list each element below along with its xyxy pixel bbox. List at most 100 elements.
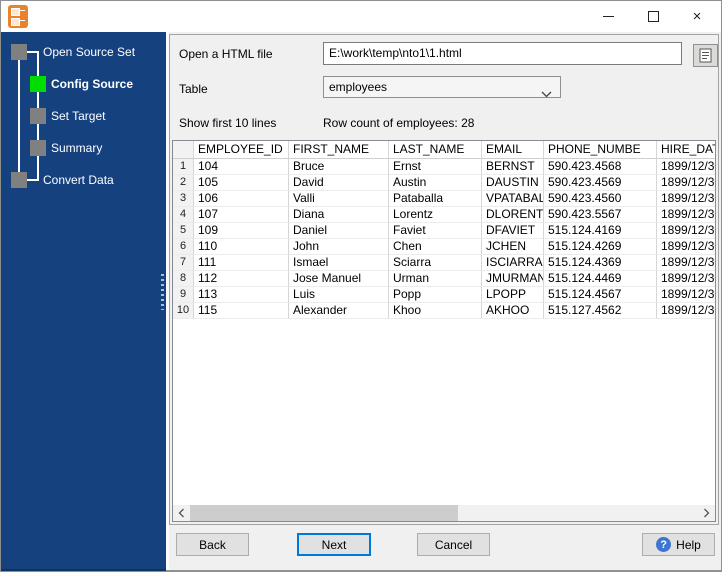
- table-row[interactable]: 4107DianaLorentzDLORENTZ590.423.55671899…: [173, 207, 716, 223]
- data-cell: 107: [194, 207, 289, 223]
- row-number-cell: 8: [173, 271, 194, 287]
- next-button[interactable]: Next: [297, 533, 371, 556]
- help-button[interactable]: ? Help: [642, 533, 715, 556]
- maximize-button[interactable]: [636, 1, 670, 32]
- data-cell: JCHEN: [482, 239, 544, 255]
- data-preview-table: EMPLOYEE_IDFIRST_NAMELAST_NAMEEMAILPHONE…: [172, 140, 716, 522]
- data-cell: Ernst: [389, 159, 482, 175]
- data-cell: 111: [194, 255, 289, 271]
- table-body: 1104BruceErnstBERNST590.423.45681899/12/…: [173, 159, 715, 319]
- table-row[interactable]: 8112Jose ManuelUrmanJMURMAN515.124.44691…: [173, 271, 716, 287]
- table-row[interactable]: 3106ValliPataballaVPATABAL590.423.456018…: [173, 191, 716, 207]
- data-cell: Khoo: [389, 303, 482, 319]
- data-cell: 115: [194, 303, 289, 319]
- app-icon-line: [19, 10, 25, 11]
- data-cell: 1899/12/30: [657, 191, 716, 207]
- scroll-right-button[interactable]: [698, 505, 715, 521]
- data-cell: JMURMAN: [482, 271, 544, 287]
- row-number-cell: 10: [173, 303, 194, 319]
- data-cell: Pataballa: [389, 191, 482, 207]
- table-row[interactable]: 2105DavidAustinDAUSTIN590.423.45691899/1…: [173, 175, 716, 191]
- row-number-cell: 5: [173, 223, 194, 239]
- close-icon: ×: [693, 9, 702, 24]
- table-select-dropdown[interactable]: employees: [323, 76, 561, 98]
- data-cell: 1899/12/30: [657, 303, 716, 319]
- step-connector-line: [18, 60, 20, 172]
- chevron-down-icon: [541, 84, 552, 104]
- help-question-icon: ?: [656, 537, 671, 552]
- data-cell: VPATABAL: [482, 191, 544, 207]
- browse-file-button[interactable]: [693, 44, 718, 67]
- data-cell: 590.423.4569: [544, 175, 657, 191]
- column-header-email[interactable]: EMAIL: [482, 141, 544, 159]
- table-field-label: Table: [179, 82, 208, 96]
- row-number-cell: 7: [173, 255, 194, 271]
- data-cell: 515.124.4269: [544, 239, 657, 255]
- data-cell: Valli: [289, 191, 389, 207]
- close-button[interactable]: ×: [680, 1, 714, 32]
- data-cell: 106: [194, 191, 289, 207]
- sidebar-splitter-grip[interactable]: [161, 274, 164, 310]
- data-cell: 1899/12/30: [657, 239, 716, 255]
- data-cell: Sciarra: [389, 255, 482, 271]
- row-number-cell: 4: [173, 207, 194, 223]
- data-cell: Jose Manuel: [289, 271, 389, 287]
- data-cell: 590.423.5567: [544, 207, 657, 223]
- table-row[interactable]: 6110JohnChenJCHEN515.124.42691899/12/30: [173, 239, 716, 255]
- document-icon: [699, 48, 712, 63]
- data-cell: 515.124.4469: [544, 271, 657, 287]
- scrollbar-track[interactable]: [190, 505, 698, 521]
- step-marker-set-target: [30, 108, 46, 124]
- data-cell: DLORENTZ: [482, 207, 544, 223]
- wizard-steps-sidebar: Open Source Set Config Source Set Target…: [1, 32, 166, 572]
- html-file-path-input[interactable]: E:\work\temp\nto1\1.html: [323, 42, 682, 65]
- table-row[interactable]: 10115AlexanderKhooAKHOO515.127.45621899/…: [173, 303, 716, 319]
- data-cell: 515.124.4169: [544, 223, 657, 239]
- data-cell: Bruce: [289, 159, 389, 175]
- data-cell: 1899/12/30: [657, 159, 716, 175]
- table-header-row: EMPLOYEE_IDFIRST_NAMELAST_NAMEEMAILPHONE…: [173, 141, 716, 159]
- sidebar-item-summary: Summary: [51, 140, 102, 156]
- sidebar-item-config-source: Config Source: [51, 76, 133, 92]
- file-field-label: Open a HTML file: [179, 47, 273, 61]
- data-cell: DAUSTIN: [482, 175, 544, 191]
- data-cell: Luis: [289, 287, 389, 303]
- row-number-cell: 6: [173, 239, 194, 255]
- data-cell: 1899/12/30: [657, 287, 716, 303]
- maximize-icon: [648, 11, 659, 22]
- column-header-phone_numbe[interactable]: PHONE_NUMBE: [544, 141, 657, 159]
- data-cell: Austin: [389, 175, 482, 191]
- scroll-left-button[interactable]: [173, 505, 190, 521]
- data-cell: Lorentz: [389, 207, 482, 223]
- table-row[interactable]: 1104BruceErnstBERNST590.423.45681899/12/…: [173, 159, 716, 175]
- data-cell: Diana: [289, 207, 389, 223]
- row-number-cell: 2: [173, 175, 194, 191]
- column-header-first_name[interactable]: FIRST_NAME: [289, 141, 389, 159]
- table-row[interactable]: 5109DanielFavietDFAVIET515.124.41691899/…: [173, 223, 716, 239]
- minimize-button[interactable]: [591, 1, 625, 32]
- step-marker-config-source-active: [30, 76, 46, 92]
- scrollbar-thumb[interactable]: [190, 505, 458, 521]
- data-cell: 590.423.4560: [544, 191, 657, 207]
- chevron-right-icon: [703, 508, 710, 518]
- data-cell: 109: [194, 223, 289, 239]
- column-header-last_name[interactable]: LAST_NAME: [389, 141, 482, 159]
- horizontal-scrollbar[interactable]: [173, 505, 715, 521]
- sidebar-item-open-source-set: Open Source Set: [43, 44, 135, 60]
- data-cell: 515.127.4562: [544, 303, 657, 319]
- column-header-hire_date[interactable]: HIRE_DATE: [657, 141, 716, 159]
- cancel-button[interactable]: Cancel: [417, 533, 490, 556]
- sidebar-item-convert-data: Convert Data: [43, 172, 114, 188]
- data-cell: Chen: [389, 239, 482, 255]
- data-cell: LPOPP: [482, 287, 544, 303]
- column-header-employee_id[interactable]: EMPLOYEE_ID: [194, 141, 289, 159]
- data-cell: 104: [194, 159, 289, 175]
- table-row[interactable]: 9113LuisPoppLPOPP515.124.45671899/12/30: [173, 287, 716, 303]
- back-button[interactable]: Back: [176, 533, 249, 556]
- data-cell: 1899/12/30: [657, 207, 716, 223]
- data-cell: BERNST: [482, 159, 544, 175]
- minimize-icon: [603, 16, 614, 17]
- data-cell: 590.423.4568: [544, 159, 657, 175]
- table-row[interactable]: 7111IsmaelSciarraISCIARRA515.124.4369189…: [173, 255, 716, 271]
- data-cell: 1899/12/30: [657, 255, 716, 271]
